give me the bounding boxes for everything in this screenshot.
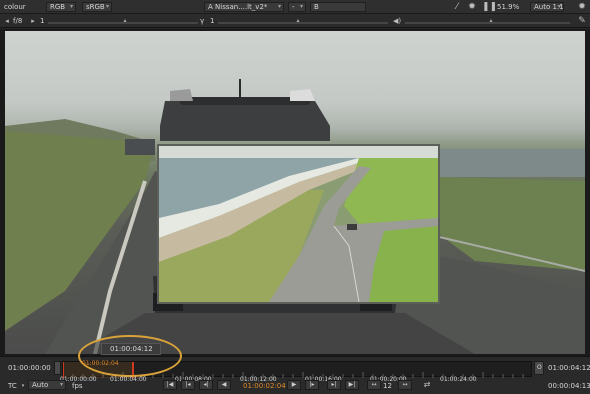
current-timecode[interactable]: 01:00:02:04 bbox=[243, 382, 286, 390]
play-backward-button[interactable]: ◀ bbox=[217, 380, 231, 390]
pause-icon[interactable]: ❚❚ bbox=[482, 2, 497, 12]
input-a-value: A Nissan....lt_v2* bbox=[208, 3, 268, 11]
wipe-dropdown[interactable]: - ▾ bbox=[288, 2, 306, 12]
gear-icon[interactable]: ✹ bbox=[467, 2, 477, 12]
viewer-toolbar-secondary: ◂ f/8 ▸ 1 ▴ γ 1 ▴ ◀) ▴ ✎ bbox=[0, 14, 590, 28]
chevron-down-icon: ▾ bbox=[105, 3, 109, 10]
lut-dropdown[interactable]: sRGB ▾ bbox=[82, 2, 112, 12]
wipe-value: - bbox=[292, 3, 295, 11]
input-a-dropdown[interactable]: A Nissan....lt_v2* ▾ bbox=[204, 2, 284, 12]
out-point-timecode[interactable]: 01:00:04:12 bbox=[548, 364, 590, 372]
paint-brush-icon[interactable]: ✎ bbox=[577, 16, 587, 26]
step-forward-button[interactable]: |▸ bbox=[305, 380, 319, 390]
next-keyframe-button[interactable]: ▸| bbox=[327, 380, 341, 390]
colorspace-value: RGB bbox=[50, 3, 66, 11]
zoom-level[interactable]: 51.9% bbox=[497, 2, 519, 12]
gamma-slider[interactable] bbox=[218, 22, 388, 24]
channel-label[interactable]: colour bbox=[4, 2, 26, 12]
play-icon[interactable]: ▸ bbox=[29, 16, 37, 26]
pen-icon[interactable]: ⁄ bbox=[452, 2, 462, 12]
tick-label: 01:00:04:00 bbox=[110, 376, 147, 383]
volume-slider-handle[interactable]: ▴ bbox=[488, 16, 494, 26]
fps-mode-dropdown[interactable]: Auto ▾ bbox=[28, 380, 66, 390]
speaker-icon[interactable]: ◀) bbox=[392, 16, 402, 26]
play-forward-button[interactable]: ▶ bbox=[287, 380, 301, 390]
in-point-handle[interactable] bbox=[54, 361, 61, 375]
loop-icon[interactable]: ⇄ bbox=[421, 380, 433, 390]
frame-increment-value[interactable]: 12 bbox=[383, 382, 392, 390]
viewer-area[interactable] bbox=[0, 29, 590, 356]
end-timecode: 00:00:04:13 bbox=[548, 382, 590, 390]
fps-label: fps bbox=[72, 382, 83, 390]
in-point-timecode[interactable]: 01:00:00:00 bbox=[8, 364, 51, 372]
frame-decrement-button[interactable]: ↔ bbox=[367, 380, 381, 390]
gain-slider-handle[interactable]: ▴ bbox=[122, 16, 128, 26]
gamma-label: γ bbox=[200, 17, 205, 25]
highlight-ellipse bbox=[78, 335, 182, 377]
colorspace-dropdown[interactable]: RGB ▾ bbox=[46, 2, 76, 12]
previous-keyframe-button[interactable]: |◂ bbox=[181, 380, 195, 390]
go-to-end-button[interactable]: ▶| bbox=[345, 380, 359, 390]
chevron-down-icon: ▾ bbox=[557, 3, 561, 10]
gain-value[interactable]: 1 bbox=[40, 16, 44, 26]
tick-label: 01:00:24:00 bbox=[440, 376, 477, 383]
input-b-dropdown[interactable]: B bbox=[310, 2, 366, 12]
tc-label[interactable]: TC bbox=[8, 382, 17, 390]
gamma-value[interactable]: 1 bbox=[210, 16, 214, 26]
viewer-frame bbox=[5, 31, 585, 354]
timeline-panel: 01:00:00:00 01:00:04:12 01:00:02:04 01:0… bbox=[0, 335, 590, 394]
chevron-down-icon: ▾ bbox=[69, 3, 73, 10]
viewer-toolbar: colour RGB ▾ sRGB ▾ A Nissan....lt_v2* ▾ - ▾… bbox=[0, 0, 590, 14]
step-back-button[interactable]: ◂| bbox=[199, 380, 213, 390]
current-marker-label: 01:00:02:04 bbox=[82, 360, 119, 367]
lut-value: sRGB bbox=[86, 3, 105, 11]
out-point-handle[interactable]: O bbox=[534, 361, 544, 375]
aerial-road-image bbox=[159, 146, 438, 302]
proxy-dropdown[interactable]: Auto 1:1 ▾ bbox=[530, 2, 564, 12]
out-point-label: O bbox=[537, 364, 542, 371]
step-back-icon[interactable]: ◂ bbox=[3, 16, 11, 26]
chevron-down-icon: ▾ bbox=[299, 3, 303, 10]
fps-mode-value: Auto bbox=[32, 381, 49, 389]
chevron-down-icon: ▾ bbox=[59, 381, 63, 388]
chevron-down-icon: ▾ bbox=[277, 3, 281, 10]
pip-overlay-image[interactable] bbox=[157, 144, 440, 304]
go-to-start-button[interactable]: |◀ bbox=[163, 380, 177, 390]
fstop-label[interactable]: f/8 bbox=[13, 16, 22, 26]
frame-increment-button[interactable]: ↔ bbox=[398, 380, 412, 390]
chevron-down-icon[interactable]: ▾ bbox=[20, 381, 26, 391]
settings-icon[interactable]: ✹ bbox=[577, 2, 587, 12]
gamma-slider-handle[interactable]: ▴ bbox=[295, 16, 301, 26]
input-b-value: B bbox=[314, 3, 319, 11]
